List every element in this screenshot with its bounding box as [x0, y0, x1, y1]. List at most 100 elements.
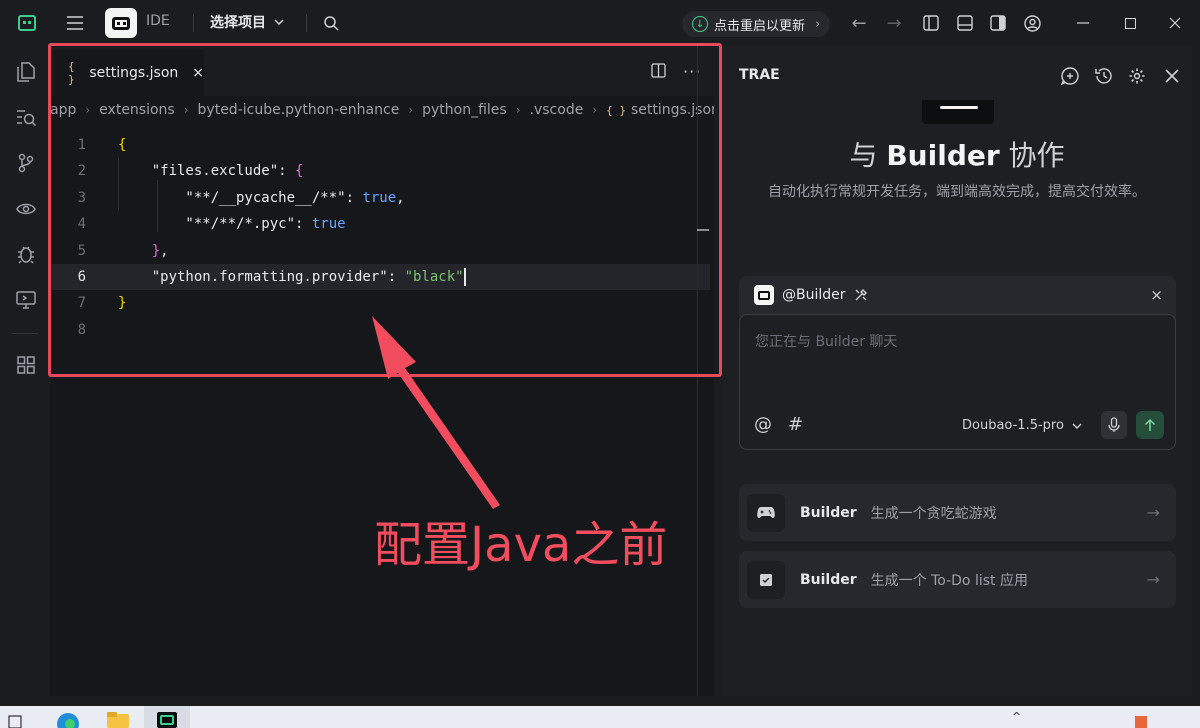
chevron-right-icon: ›: [515, 103, 521, 117]
os-taskbar: ^: [0, 706, 1200, 728]
chevron-up-icon[interactable]: ^: [1012, 710, 1026, 728]
code-line[interactable]: 5 },: [50, 238, 710, 264]
close-tab-icon[interactable]: ×: [192, 65, 204, 81]
breadcrumb-item[interactable]: byted-icube.python-enhance: [198, 102, 400, 118]
builder-logo[interactable]: [105, 8, 137, 38]
panel-title: TRAE: [739, 67, 780, 83]
code-token: :: [278, 163, 296, 180]
explorer-files-icon[interactable]: [14, 60, 38, 84]
hashtag-icon[interactable]: #: [788, 414, 803, 435]
send-button[interactable]: [1136, 411, 1164, 439]
code-line[interactable]: 4 "**/**/*.pyc": true: [50, 211, 710, 237]
remote-explorer-icon[interactable]: [14, 197, 38, 221]
file-explorer-icon[interactable]: [106, 710, 130, 728]
code-line[interactable]: 2 "files.exclude": {: [50, 158, 710, 184]
suggestion-card[interactable]: Builder 生成一个贪吃蛇游戏 →: [739, 484, 1176, 541]
tab-settings-json[interactable]: { } settings.json ×: [54, 50, 204, 96]
toggle-left-sidebar-icon[interactable]: [922, 14, 940, 32]
update-button[interactable]: ↓ 点击重启以更新 ›: [682, 11, 831, 37]
code-text: }: [118, 290, 126, 316]
taskbar-app-icon[interactable]: [8, 710, 22, 728]
ide-mode-label[interactable]: IDE: [146, 13, 170, 29]
breadcrumb-item[interactable]: python_files: [422, 102, 507, 118]
checkbox-icon: [747, 560, 785, 599]
source-control-icon[interactable]: [14, 151, 38, 175]
hero-subtitle: 自动化执行常规开发任务，端到端高效完成，提高交付效率。: [768, 184, 1146, 200]
remove-agent-icon[interactable]: ×: [1150, 286, 1163, 304]
history-icon[interactable]: [1094, 66, 1114, 86]
trae-taskbar-icon[interactable]: [144, 706, 190, 728]
panel-scrollbar[interactable]: [1192, 46, 1200, 696]
mention-icon[interactable]: @: [754, 414, 772, 435]
chat-placeholder: 您正在与 Builder 聊天: [755, 334, 898, 350]
code-token: true: [311, 216, 346, 233]
hero-title: 与 Builder 协作: [722, 134, 1192, 174]
settings-gear-icon[interactable]: [1127, 66, 1147, 86]
builder-agent-icon: [754, 285, 774, 305]
gamepad-icon: [747, 493, 785, 532]
chevron-right-icon: ›: [85, 103, 91, 117]
maximize-icon[interactable]: [1121, 14, 1139, 32]
suggestion-card[interactable]: Builder 生成一个 To-Do list 应用 →: [739, 551, 1176, 608]
search-code-icon[interactable]: [14, 106, 38, 130]
tab-label: settings.json: [89, 65, 179, 81]
chevron-right-icon: ›: [815, 16, 821, 32]
new-chat-icon[interactable]: [1060, 66, 1080, 86]
close-panel-icon[interactable]: [1162, 66, 1182, 86]
forward-arrow-icon[interactable]: →: [884, 13, 904, 34]
json-file-icon: { }: [606, 103, 627, 117]
breadcrumb-file-label: settings.json: [631, 102, 714, 118]
close-window-icon[interactable]: [1166, 14, 1184, 32]
line-number: 4: [77, 216, 86, 233]
line-number: 2: [77, 163, 86, 180]
chat-agent-label[interactable]: @Builder: [782, 287, 846, 303]
code-token: {: [295, 163, 304, 180]
tray-app-icon[interactable]: [1134, 710, 1148, 728]
breadcrumb-item[interactable]: .vscode: [530, 102, 584, 118]
indent-guide: [157, 180, 158, 232]
toggle-right-sidebar-icon[interactable]: [989, 14, 1007, 32]
line-number: 5: [77, 242, 86, 259]
back-arrow-icon[interactable]: ←: [849, 13, 869, 34]
project-select[interactable]: 选择项目: [210, 12, 284, 32]
breadcrumb-item[interactable]: app: [50, 102, 76, 118]
code-line[interactable]: 3 "**/__pycache__/**": true,: [50, 185, 710, 211]
code-token: "files.exclude": [118, 163, 279, 180]
text-cursor: [463, 267, 466, 286]
builder-logo: [922, 100, 994, 124]
code-text: "**/**/*.pyc": true: [118, 211, 346, 237]
tools-icon[interactable]: [854, 288, 868, 302]
arrow-right-icon: →: [1146, 570, 1160, 589]
code-token: ,: [160, 242, 169, 259]
code-token: {: [118, 137, 127, 153]
breadcrumb-item[interactable]: extensions: [99, 102, 175, 118]
code-token: :: [345, 189, 363, 206]
title-bar: IDE 选择项目 ↓ 点击重启以更新 › ← →: [0, 0, 1200, 46]
hero-title-strong: Builder: [886, 139, 1000, 172]
extensions-icon[interactable]: [14, 353, 38, 377]
menu-icon[interactable]: [64, 13, 86, 33]
code-text: "**/__pycache__/**": true,: [118, 185, 404, 211]
arrow-right-icon: →: [1146, 503, 1160, 522]
code-token: true: [362, 189, 397, 206]
model-select[interactable]: Doubao-1.5-pro: [962, 418, 1082, 433]
minimize-icon[interactable]: [1074, 14, 1092, 32]
search-icon[interactable]: [320, 13, 342, 33]
microphone-icon: [1108, 417, 1120, 432]
more-actions-icon[interactable]: ···: [683, 62, 701, 81]
edge-browser-icon[interactable]: [56, 710, 80, 728]
remote-window-icon[interactable]: [14, 288, 38, 312]
toggle-bottom-panel-icon[interactable]: [956, 14, 974, 32]
chat-input[interactable]: 您正在与 Builder 聊天 @ # Doubao-1.5-pro: [739, 314, 1176, 450]
annotation-arrow: [372, 316, 500, 509]
divider: [12, 333, 38, 334]
debug-bug-icon[interactable]: [14, 242, 38, 266]
code-token: }: [118, 295, 127, 312]
split-editor-icon[interactable]: [651, 63, 666, 82]
editor-scrollbar[interactable]: [697, 46, 698, 696]
account-icon[interactable]: [1023, 14, 1041, 32]
microphone-button[interactable]: [1101, 411, 1127, 439]
code-line[interactable]: 1{: [50, 132, 710, 158]
suggestion-text: 生成一个贪吃蛇游戏: [870, 505, 997, 522]
code-line[interactable]: 6 "python.formatting.provider": "black": [50, 263, 710, 291]
